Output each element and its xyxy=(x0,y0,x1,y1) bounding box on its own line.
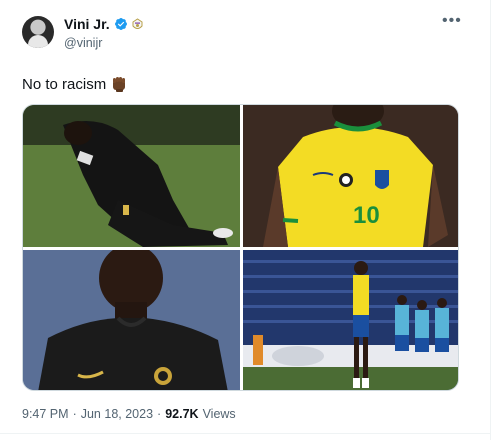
divider xyxy=(0,433,490,434)
tweet-text: No to racism xyxy=(22,75,128,93)
photo-player-black-jersey-art xyxy=(23,250,240,390)
avatar[interactable] xyxy=(22,16,54,48)
more-options-icon[interactable]: ••• xyxy=(442,12,462,30)
tweet-text-content: No to racism xyxy=(22,75,107,93)
svg-text:10: 10 xyxy=(353,202,380,229)
views-label: Views xyxy=(202,407,236,421)
photo-brazil-yellow-jersey[interactable]: 10 xyxy=(243,105,458,247)
tweet-meta: 9:47 PM · Jun 18, 2023 · 92.7K Views xyxy=(22,407,236,421)
author-name-row: Vini Jr. xyxy=(64,16,143,32)
raised-fist-icon xyxy=(113,77,126,92)
photo-stadium-team[interactable] xyxy=(243,250,458,390)
author-display-name[interactable]: Vini Jr. xyxy=(64,16,110,32)
column-border xyxy=(490,0,491,440)
tweet-date[interactable]: Jun 18, 2023 xyxy=(81,407,153,421)
verified-badge-icon xyxy=(114,18,127,30)
photo-player-black-jersey[interactable] xyxy=(23,250,240,390)
photo-brazil-yellow-jersey-art: 10 xyxy=(243,105,458,247)
author-handle[interactable]: @vinijr xyxy=(64,36,102,50)
real-madrid-crest-icon xyxy=(132,17,143,29)
photo-stadium-team-art xyxy=(243,250,458,390)
meta-separator: · xyxy=(157,407,162,421)
tweet-card: Vini Jr. @vinijr ••• No to racism 10 9:4… xyxy=(0,0,490,440)
meta-separator: · xyxy=(72,407,77,421)
photo-player-kneeling-art xyxy=(23,105,240,247)
tweet-time[interactable]: 9:47 PM xyxy=(22,407,69,421)
views-count: 92.7K xyxy=(165,407,199,421)
photo-player-kneeling[interactable] xyxy=(23,105,240,247)
media-grid[interactable]: 10 xyxy=(22,104,459,391)
